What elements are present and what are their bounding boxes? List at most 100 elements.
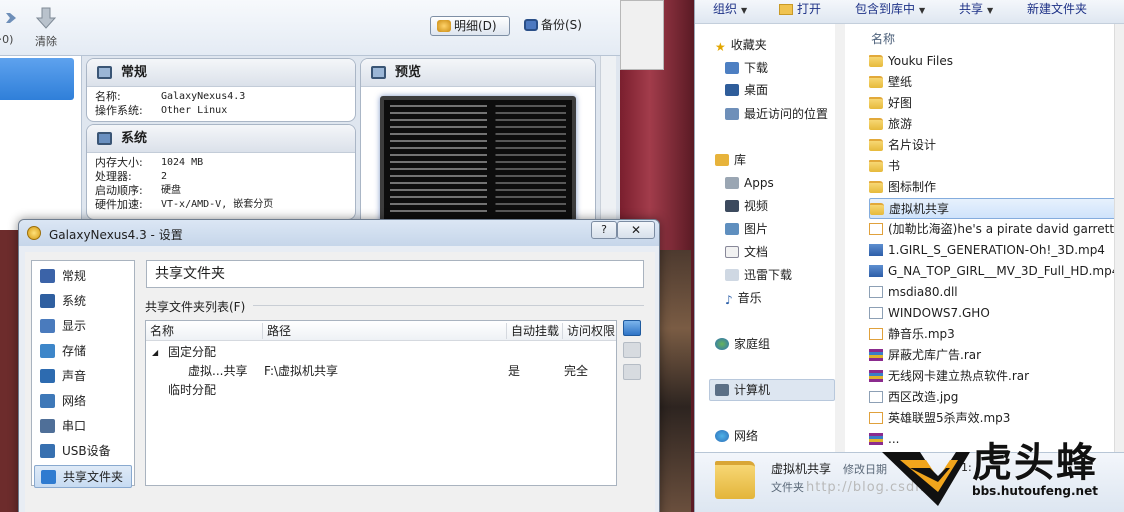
nav-videos[interactable]: 视频 xyxy=(725,196,768,216)
library-icon xyxy=(715,154,729,166)
detail-row: 启动顺序: 硬盘 xyxy=(95,184,181,197)
nav-favorites[interactable]: ★ 收藏夹 xyxy=(715,35,767,55)
file-list-item[interactable]: 虚拟机共享 xyxy=(869,198,1121,219)
file-name: 虚拟机共享 xyxy=(889,202,950,216)
file-list-item[interactable]: 1.GIRL_S_GENERATION-Oh!_3D.mp4 xyxy=(869,240,1121,261)
group-temporary[interactable]: 临时分配 xyxy=(168,381,216,399)
details-toggle-button[interactable]: 明细(D) xyxy=(430,16,510,36)
chevron-down-icon: ▼ xyxy=(987,6,994,15)
manager-scrollbar[interactable] xyxy=(600,56,616,230)
nav-desktop[interactable]: 桌面 xyxy=(725,80,768,100)
file-list-item[interactable]: 书 xyxy=(869,156,1121,177)
category-icon xyxy=(40,294,55,308)
close-button[interactable]: ✕ xyxy=(617,221,655,239)
add-folder-icon[interactable] xyxy=(623,320,641,336)
pictures-icon xyxy=(725,223,739,235)
folder-file-icon xyxy=(869,139,883,151)
recent-places-icon xyxy=(725,108,739,120)
open-button[interactable]: 打开 xyxy=(779,0,821,24)
manager-toolbar: ⋅0) 清除 明细(D) 备份(S) xyxy=(0,0,620,56)
file-list-item[interactable]: 屏蔽尤库广告.rar xyxy=(869,345,1121,366)
nav-pictures[interactable]: 图片 xyxy=(725,219,768,239)
file-list-item[interactable]: G_NA_TOP_GIRL__MV_3D_Full_HD.mp4 xyxy=(869,261,1121,282)
settings-category-item[interactable]: 存储 xyxy=(34,340,132,363)
include-in-library-menu[interactable]: 包含到库中 ▼ xyxy=(855,0,925,24)
group-fixed[interactable]: 固定分配 xyxy=(168,343,216,361)
category-icon xyxy=(40,344,55,358)
column-header[interactable]: 名称 xyxy=(146,323,262,339)
remove-folder-icon[interactable] xyxy=(623,364,641,380)
file-list-scrollbar[interactable] xyxy=(1114,24,1124,452)
share-menu[interactable]: 共享 ▼ xyxy=(959,0,993,24)
table-row-path[interactable]: F:\虚拟机共享 xyxy=(264,362,338,380)
file-name: 旅游 xyxy=(888,117,913,131)
file-list-item[interactable]: 好图 xyxy=(869,93,1121,114)
vm-list-item-selected[interactable] xyxy=(0,58,74,100)
arrow-icon xyxy=(0,13,16,23)
shared-folders-table[interactable]: 名称 路径 自动挂载 访问权限 ◢ 固定分配 虚拟...共享 F:\虚拟机共享 … xyxy=(145,320,617,486)
nav-thunder-downloads[interactable]: 迅雷下载 xyxy=(725,265,792,285)
file-list-item[interactable]: 壁纸 xyxy=(869,72,1121,93)
virtualbox-manager-window: ⋅0) 清除 明细(D) 备份(S) 常规 名称: GalaxyNexus4.3 … xyxy=(0,0,620,230)
file-name: 好图 xyxy=(888,96,913,110)
nav-downloads[interactable]: 下载 xyxy=(725,58,768,78)
file-name: Youku Files xyxy=(888,54,954,68)
expander-icon[interactable]: ◢ xyxy=(152,344,158,362)
file-list-item[interactable]: Youku Files xyxy=(869,51,1121,72)
file-list-item[interactable]: 图标制作 xyxy=(869,177,1121,198)
file-list-item[interactable]: 无线网卡建立热点软件.rar xyxy=(869,366,1121,387)
dialog-titlebar[interactable]: GalaxyNexus4.3 - 设置 ? ✕ xyxy=(19,220,659,246)
file-list-item[interactable]: 西区改造.jpg xyxy=(869,387,1121,408)
column-header[interactable]: 自动挂载 xyxy=(506,323,562,339)
settings-category-item[interactable]: 常规 xyxy=(34,265,132,288)
category-label: 共享文件夹 xyxy=(63,470,124,484)
settings-category-item[interactable]: 共享文件夹 xyxy=(34,465,132,488)
help-button[interactable]: ? xyxy=(591,221,617,239)
settings-category-item[interactable]: USB设备 xyxy=(34,440,132,463)
window-edge xyxy=(620,0,664,70)
category-icon xyxy=(40,269,55,283)
nav-libraries[interactable]: 库 xyxy=(715,150,746,170)
new-folder-button[interactable]: 新建文件夹 xyxy=(1027,0,1087,24)
general-panel-header[interactable]: 常规 xyxy=(87,59,355,87)
snapshots-toggle-button[interactable]: 备份(S) xyxy=(518,16,598,36)
nav-scrollbar[interactable] xyxy=(835,24,845,452)
folder-icon xyxy=(725,269,739,281)
settings-category-item[interactable]: 网络 xyxy=(34,390,132,413)
file-list-item[interactable]: 旅游 xyxy=(869,114,1121,135)
file-list-item[interactable]: WINDOWS7.GHO xyxy=(869,303,1121,324)
file-list-item[interactable]: (加勒比海盗)he's a pirate david garrett... xyxy=(869,219,1121,240)
category-icon xyxy=(40,319,55,333)
settings-category-item[interactable]: 串口 xyxy=(34,415,132,438)
file-name: WINDOWS7.GHO xyxy=(888,306,990,320)
settings-category-item[interactable]: 声音 xyxy=(34,365,132,388)
file-list-item[interactable]: 英雄联盟5杀声效.mp3 xyxy=(869,408,1121,429)
discard-button[interactable]: 清除 xyxy=(24,2,68,54)
file-list-item[interactable]: msdia80.dll xyxy=(869,282,1121,303)
file-list-item[interactable]: 静音乐.mp3 xyxy=(869,324,1121,345)
nav-music[interactable]: ♪ 音乐 xyxy=(725,288,762,308)
preview-panel-header[interactable]: 预览 xyxy=(361,59,595,87)
nav-apps[interactable]: Apps xyxy=(725,173,774,193)
nav-network[interactable]: 网络 xyxy=(715,426,758,446)
settings-category-item[interactable]: 显示 xyxy=(34,315,132,338)
nav-computer[interactable]: 计算机 xyxy=(715,380,770,400)
mp4-file-icon xyxy=(869,265,883,277)
column-header[interactable]: 访问权限 xyxy=(562,323,616,339)
organize-menu[interactable]: 组织 ▼ xyxy=(713,0,747,24)
desktop-icon xyxy=(725,84,739,96)
nav-recent[interactable]: 最近访问的位置 xyxy=(725,104,828,124)
column-header-name[interactable]: 名称 xyxy=(871,30,895,47)
file-list-item[interactable]: 名片设计 xyxy=(869,135,1121,156)
table-row-access[interactable]: 完全 xyxy=(564,362,588,380)
nav-homegroup[interactable]: 家庭组 xyxy=(715,334,770,354)
doc-file-icon xyxy=(869,286,883,298)
table-row-automount[interactable]: 是 xyxy=(508,362,520,380)
category-label: 网络 xyxy=(62,394,87,408)
nav-documents[interactable]: 文档 xyxy=(725,242,768,262)
settings-category-item[interactable]: 系统 xyxy=(34,290,132,313)
table-row-name[interactable]: 虚拟...共享 xyxy=(188,362,247,380)
edit-folder-icon[interactable] xyxy=(623,342,641,358)
column-header[interactable]: 路径 xyxy=(262,323,506,339)
system-panel-header[interactable]: 系统 xyxy=(87,125,355,153)
